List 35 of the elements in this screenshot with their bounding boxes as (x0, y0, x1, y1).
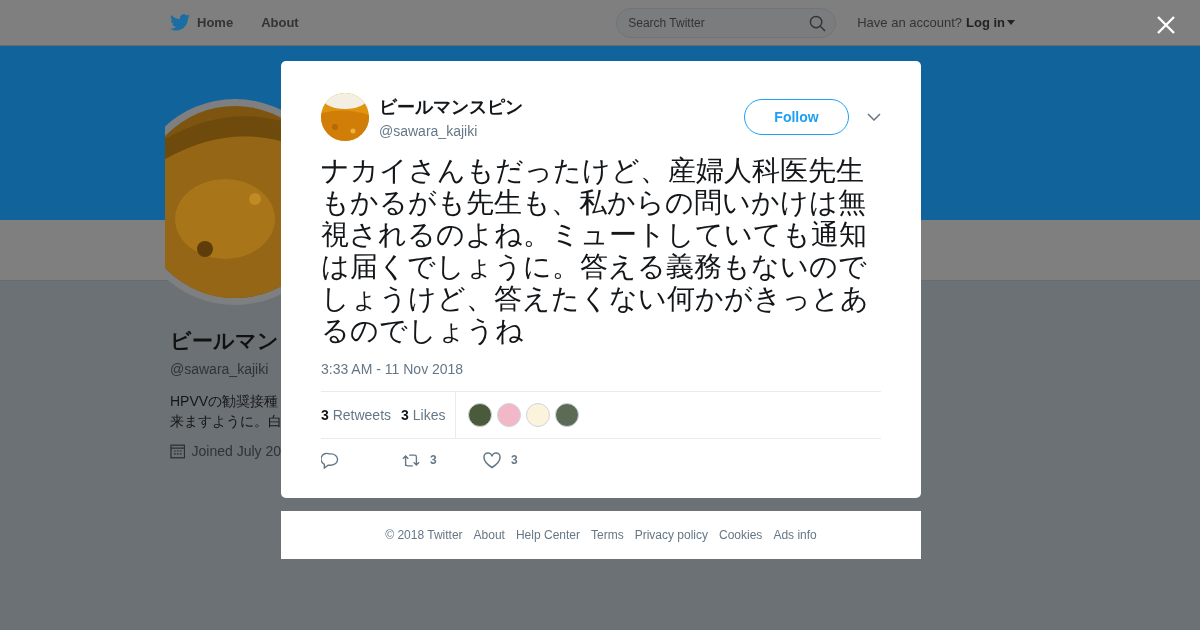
action-count: 3 (511, 453, 518, 467)
avatar[interactable] (468, 403, 493, 427)
nav-link[interactable]: Home (197, 15, 234, 30)
retweet-icon[interactable] (402, 451, 420, 469)
footer-link[interactable]: © 2018 Twitter (385, 528, 463, 542)
account-prompt: Have an account? (857, 15, 962, 30)
avatar[interactable] (555, 403, 580, 427)
caret-icon (1007, 20, 1015, 25)
tweet-time[interactable]: 3:33 AM - 11 Nov 2018 (321, 361, 881, 377)
search-field[interactable]: Search Twitter (616, 7, 837, 38)
calendar-icon (170, 443, 186, 459)
author-name: ビールマンスピン (379, 96, 524, 119)
bird-logo-icon (170, 14, 190, 31)
author-handle: @sawara_kajiki (379, 123, 479, 139)
joined-date: Joined July 20 (191, 443, 281, 459)
reply-icon[interactable] (321, 451, 339, 469)
retweets-count[interactable]: 3 Retweets (321, 407, 392, 423)
footer-link[interactable]: Ads info (773, 528, 817, 542)
footer-link[interactable]: About (473, 528, 505, 542)
follow-button[interactable]: Follow (744, 99, 849, 135)
profile-handle: @sawara_kajiki (170, 361, 270, 377)
tweet-text: ナカイさんもだったけど、産婦人科医先生もかるがも先生も、私からの問いかけは無視されるのよね。ミュートしていても通知は届くでしょうに。答える義務もないのでしょうけど、答えたくない何かがきっとあるのでしょうね (321, 155, 870, 347)
footer-link[interactable]: Privacy policy (634, 528, 708, 542)
action-count: 3 (430, 453, 437, 467)
profile-bio: HPVVの勧奨接種 来ますように。白 (170, 392, 281, 431)
login-link[interactable]: Log in (966, 15, 1015, 30)
profile-name: ビールマン (170, 328, 280, 354)
search-icon (809, 14, 827, 32)
nav-link[interactable]: About (261, 15, 299, 30)
footer-link[interactable]: Help Center (515, 528, 580, 542)
likes-count[interactable]: 3 Likes (401, 407, 446, 423)
heart-icon[interactable] (483, 451, 501, 469)
chevron-down-icon[interactable] (867, 113, 881, 121)
footer-link[interactable]: Cookies (719, 528, 763, 542)
footer-link[interactable]: Terms (591, 528, 624, 542)
